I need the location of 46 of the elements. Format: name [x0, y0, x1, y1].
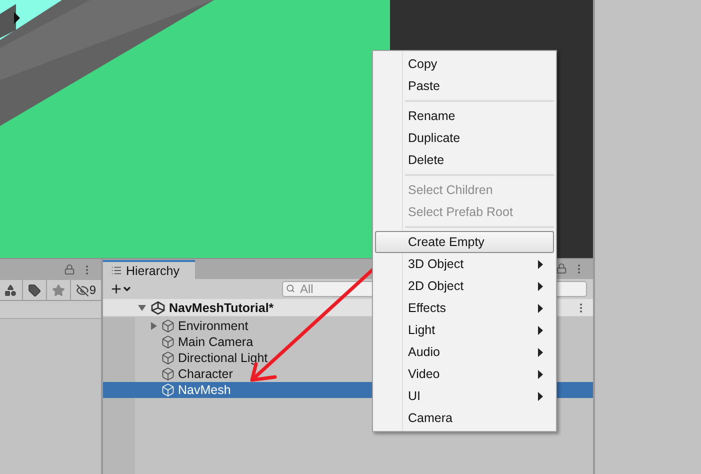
- hierarchy-tab[interactable]: Hierarchy: [103, 260, 195, 279]
- submenu-arrow-icon: [538, 370, 543, 378]
- menu-item[interactable]: Paste: [375, 75, 554, 97]
- menu-item[interactable]: Rename: [375, 105, 554, 127]
- scene-name: NavMeshTutorial*: [169, 300, 274, 314]
- submenu-arrow-icon: [538, 392, 543, 400]
- submenu-arrow-icon: [538, 260, 543, 268]
- submenu-arrow-icon: [538, 348, 543, 356]
- submenu-arrow-icon: [538, 282, 543, 290]
- menu-item[interactable]: Duplicate: [375, 127, 554, 149]
- menu-item[interactable]: Video: [375, 363, 554, 385]
- cube-icon: [161, 319, 175, 333]
- cube-icon: [161, 335, 175, 349]
- submenu-arrow-icon: [538, 304, 543, 312]
- search-icon: [286, 284, 295, 293]
- menu-item[interactable]: Light: [375, 319, 554, 341]
- cube-icon: [161, 367, 175, 381]
- hierarchy-item[interactable]: Environment: [150, 318, 248, 334]
- star-icon: [52, 284, 66, 296]
- menu-item[interactable]: Create Empty: [375, 231, 554, 253]
- menu-item[interactable]: Copy: [375, 53, 554, 75]
- hierarchy-item[interactable]: Character: [150, 366, 233, 382]
- hierarchy-item[interactable]: Directional Light: [150, 350, 268, 366]
- eye-slash-icon: [76, 284, 90, 296]
- menu-item[interactable]: Effects: [375, 297, 554, 319]
- lock-icon[interactable]: [556, 263, 567, 274]
- cube-icon: [161, 351, 175, 365]
- tag-icon: [28, 284, 42, 296]
- hierarchy-item[interactable]: Main Camera: [150, 334, 254, 350]
- menu-item[interactable]: Delete: [375, 149, 554, 171]
- menu-item[interactable]: UI: [375, 385, 554, 407]
- submenu-arrow-icon: [538, 326, 543, 334]
- lock-icon[interactable]: [64, 264, 75, 275]
- menu-item[interactable]: Audio: [375, 341, 554, 363]
- menu-item[interactable]: 2D Object: [375, 275, 554, 297]
- menu-item[interactable]: Camera: [375, 407, 554, 429]
- add-button[interactable]: +: [111, 280, 132, 298]
- hierarchy-item[interactable]: NavMesh: [150, 382, 231, 398]
- list-icon: [111, 265, 122, 276]
- shapes-icon: [4, 284, 18, 296]
- cube-icon: [161, 383, 175, 397]
- expand-arrow-icon[interactable]: [138, 304, 146, 312]
- menu-item[interactable]: 3D Object: [375, 253, 554, 275]
- caret-icon: [122, 284, 132, 294]
- expand-arrow-icon[interactable]: [150, 322, 158, 330]
- unity-logo-icon: [151, 300, 165, 314]
